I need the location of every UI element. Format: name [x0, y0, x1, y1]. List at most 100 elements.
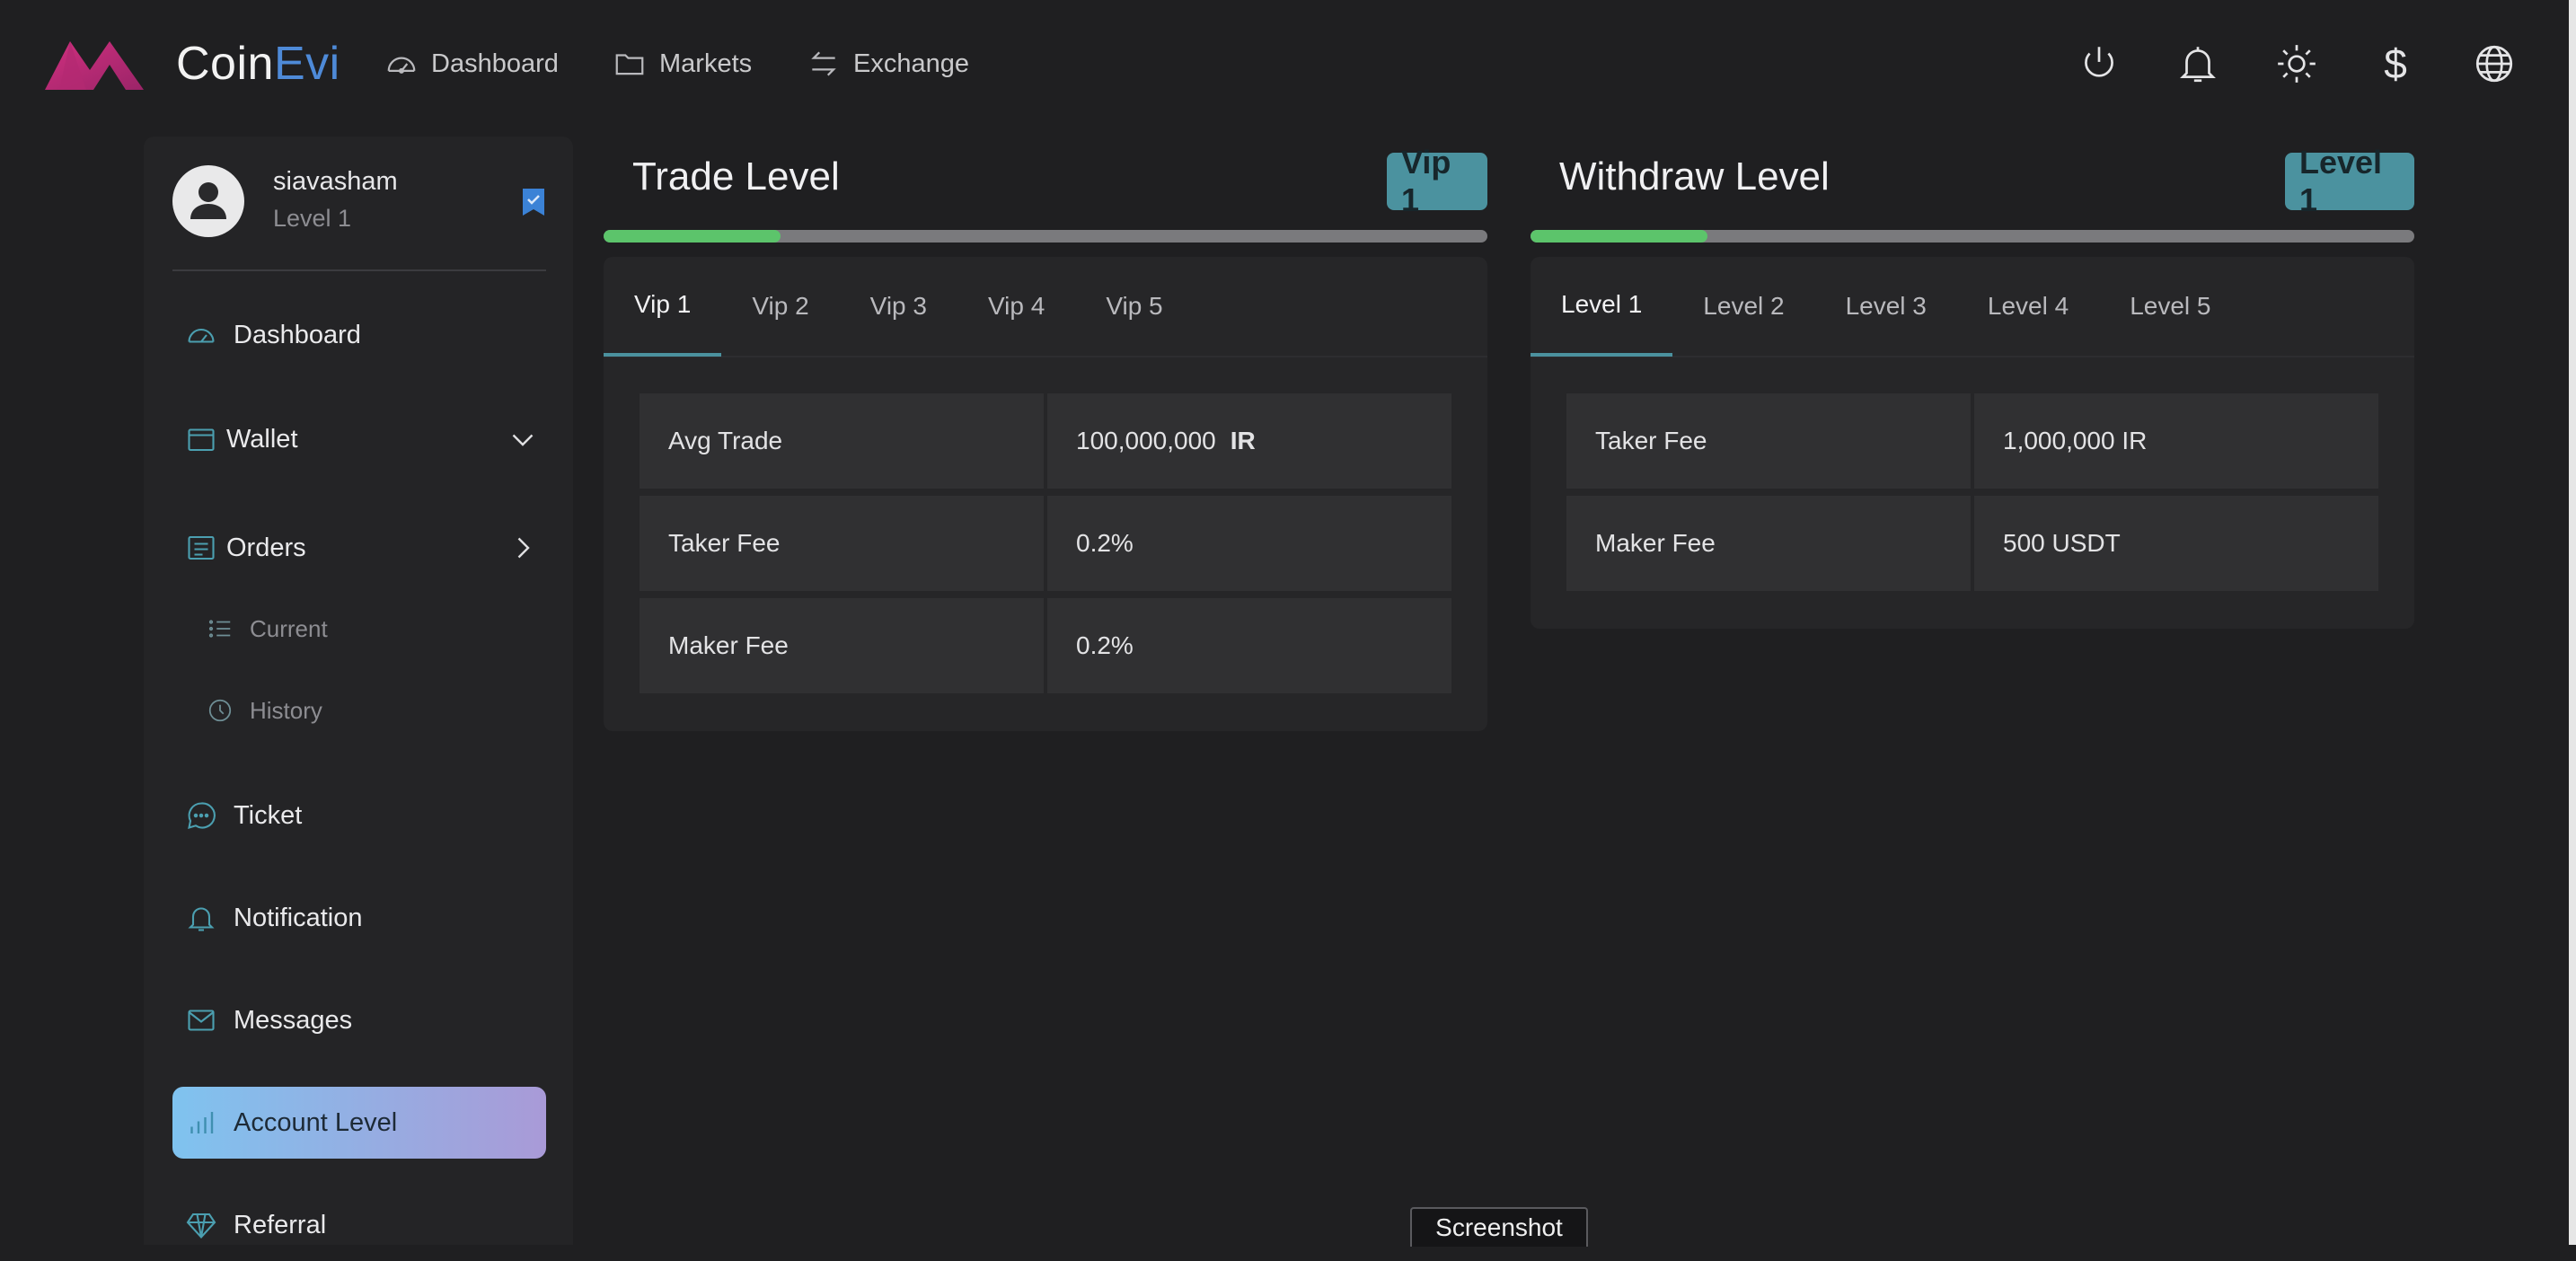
globe-icon: [2475, 45, 2513, 83]
row-value: 1,000,000 IR: [1974, 393, 2378, 489]
withdraw-level-progress-fill: [1531, 230, 1707, 242]
envelope-icon: [188, 1010, 215, 1031]
sidebar-divider: [172, 269, 546, 271]
clock-icon: [208, 699, 232, 722]
avatar[interactable]: [172, 165, 244, 237]
sidebar-subitem-current[interactable]: Current: [207, 602, 328, 656]
trade-level-progress: [604, 230, 1487, 242]
trade-level-badge: Vip 1: [1387, 144, 1487, 218]
tab-vip-4[interactable]: Vip 4: [957, 256, 1075, 357]
list-icon: [188, 535, 215, 560]
row-key: Maker Fee: [1566, 496, 1971, 591]
tab-vip-3[interactable]: Vip 3: [840, 256, 957, 357]
sidebar-item-account-level[interactable]: Account Level: [172, 1087, 546, 1159]
folder-icon: [615, 54, 644, 75]
window-edge: [2569, 0, 2576, 1245]
tab-vip-5[interactable]: Vip 5: [1075, 256, 1193, 357]
tab-level-3[interactable]: Level 3: [1815, 256, 1957, 357]
tab-vip-1[interactable]: Vip 1: [604, 256, 722, 357]
screenshot-tooltip: Screenshot: [1410, 1207, 1588, 1247]
power-button[interactable]: [2077, 41, 2122, 86]
withdraw-level-badge: Level 1: [2285, 144, 2414, 218]
topnav-dashboard[interactable]: Dashboard: [384, 41, 559, 86]
topnav-dashboard-label: Dashboard: [431, 48, 559, 78]
brand-name-first: Coin: [176, 38, 274, 90]
tab-level-1[interactable]: Level 1: [1531, 256, 1673, 357]
bar-chart-icon: [190, 1112, 214, 1133]
row-value: 500 USDT: [1974, 496, 2378, 591]
sidebar-item-dashboard[interactable]: Dashboard: [172, 299, 546, 371]
tab-level-4[interactable]: Level 4: [1957, 256, 2099, 357]
sidebar-item-label: Ticket: [234, 800, 303, 830]
sidebar-item-label: Dashboard: [234, 320, 361, 349]
topnav-exchange-label: Exchange: [853, 48, 969, 78]
gauge-icon: [387, 57, 416, 74]
trade-level-panel: Vip 1 Vip 2 Vip 3 Vip 4 Vip 5 Avg Trade …: [604, 257, 1487, 731]
row-value-unit: IR: [1230, 427, 1256, 454]
sidebar-item-notification[interactable]: Notification: [172, 882, 546, 954]
sidebar-item-orders[interactable]: Orders: [172, 512, 546, 584]
row-key: Avg Trade: [640, 393, 1044, 489]
sidebar-item-wallet[interactable]: Wallet: [172, 403, 546, 475]
username: siavasham: [273, 167, 398, 196]
power-icon: [2085, 47, 2113, 77]
table-row: Maker Fee 500 USDT: [1566, 496, 2378, 591]
sidebar-item-label: Wallet: [226, 424, 298, 454]
sidebar-subitem-history[interactable]: History: [207, 683, 322, 737]
sidebar-item-label: Notification: [234, 903, 363, 932]
trade-level-title: Trade Level: [632, 154, 840, 198]
sidebar: siavasham Level 1 Dashboard Wallet Order…: [144, 137, 573, 1245]
sidebar-item-label: Orders: [226, 533, 306, 562]
brand-name[interactable]: CoinEvi: [176, 34, 340, 93]
sidebar-item-label: Messages: [234, 1005, 353, 1035]
wallet-icon: [188, 428, 215, 452]
sun-icon: [2278, 45, 2316, 83]
language-button[interactable]: [2472, 41, 2517, 86]
gauge-icon: [188, 328, 215, 343]
topnav-exchange[interactable]: Exchange: [807, 41, 969, 86]
verified-bookmark-icon: [521, 187, 546, 217]
trade-level-table: Avg Trade 100,000,000 IR Taker Fee 0.2% …: [640, 393, 1451, 693]
table-row: Taker Fee 0.2%: [640, 496, 1451, 591]
withdraw-level-progress: [1531, 230, 2414, 242]
tab-level-2[interactable]: Level 2: [1672, 256, 1814, 357]
sidebar-subitem-label: Current: [250, 614, 328, 642]
sidebar-item-label: Account Level: [234, 1107, 398, 1137]
user-level: Level 1: [273, 205, 352, 232]
row-key: Taker Fee: [1566, 393, 1971, 489]
row-value-number: 100,000,000: [1076, 427, 1216, 454]
withdraw-level-table: Taker Fee 1,000,000 IR Maker Fee 500 USD…: [1566, 393, 2378, 591]
sidebar-item-referral[interactable]: Referral: [172, 1189, 546, 1261]
sidebar-item-messages[interactable]: Messages: [172, 984, 546, 1056]
trade-level-tabs: Vip 1 Vip 2 Vip 3 Vip 4 Vip 5: [604, 257, 1487, 357]
tab-vip-2[interactable]: Vip 2: [721, 256, 839, 357]
chevron-down-icon: [512, 434, 534, 446]
brand-name-second: Evi: [273, 38, 340, 90]
topnav-markets-label: Markets: [659, 48, 753, 78]
row-key: Taker Fee: [640, 496, 1044, 591]
topnav-markets[interactable]: Markets: [613, 41, 752, 86]
row-value: 0.2%: [1047, 598, 1451, 693]
notifications-button[interactable]: [2175, 41, 2220, 86]
currency-button[interactable]: $: [2373, 41, 2418, 86]
bell-icon: [188, 907, 215, 931]
bell-icon: [2180, 47, 2216, 83]
row-value: 0.2%: [1047, 496, 1451, 591]
sidebar-item-label: Referral: [234, 1210, 327, 1239]
trade-level-progress-fill: [604, 230, 781, 242]
coinevi-logo[interactable]: [43, 34, 146, 93]
diamond-icon: [186, 1212, 216, 1239]
theme-toggle-button[interactable]: [2274, 41, 2319, 86]
row-value: 100,000,000 IR: [1047, 393, 1451, 489]
table-row: Maker Fee 0.2%: [640, 598, 1451, 693]
chevron-right-icon: [517, 537, 530, 559]
exchange-arrows-icon: [811, 51, 836, 76]
table-row: Avg Trade 100,000,000 IR: [640, 393, 1451, 489]
withdraw-level-title: Withdraw Level: [1559, 154, 1830, 198]
sidebar-item-ticket[interactable]: Ticket: [172, 780, 546, 851]
table-row: Taker Fee 1,000,000 IR: [1566, 393, 2378, 489]
bullet-list-icon: [208, 620, 231, 638]
withdraw-level-tabs: Level 1 Level 2 Level 3 Level 4 Level 5: [1531, 257, 2414, 357]
tab-level-5[interactable]: Level 5: [2099, 256, 2241, 357]
row-key: Maker Fee: [640, 598, 1044, 693]
